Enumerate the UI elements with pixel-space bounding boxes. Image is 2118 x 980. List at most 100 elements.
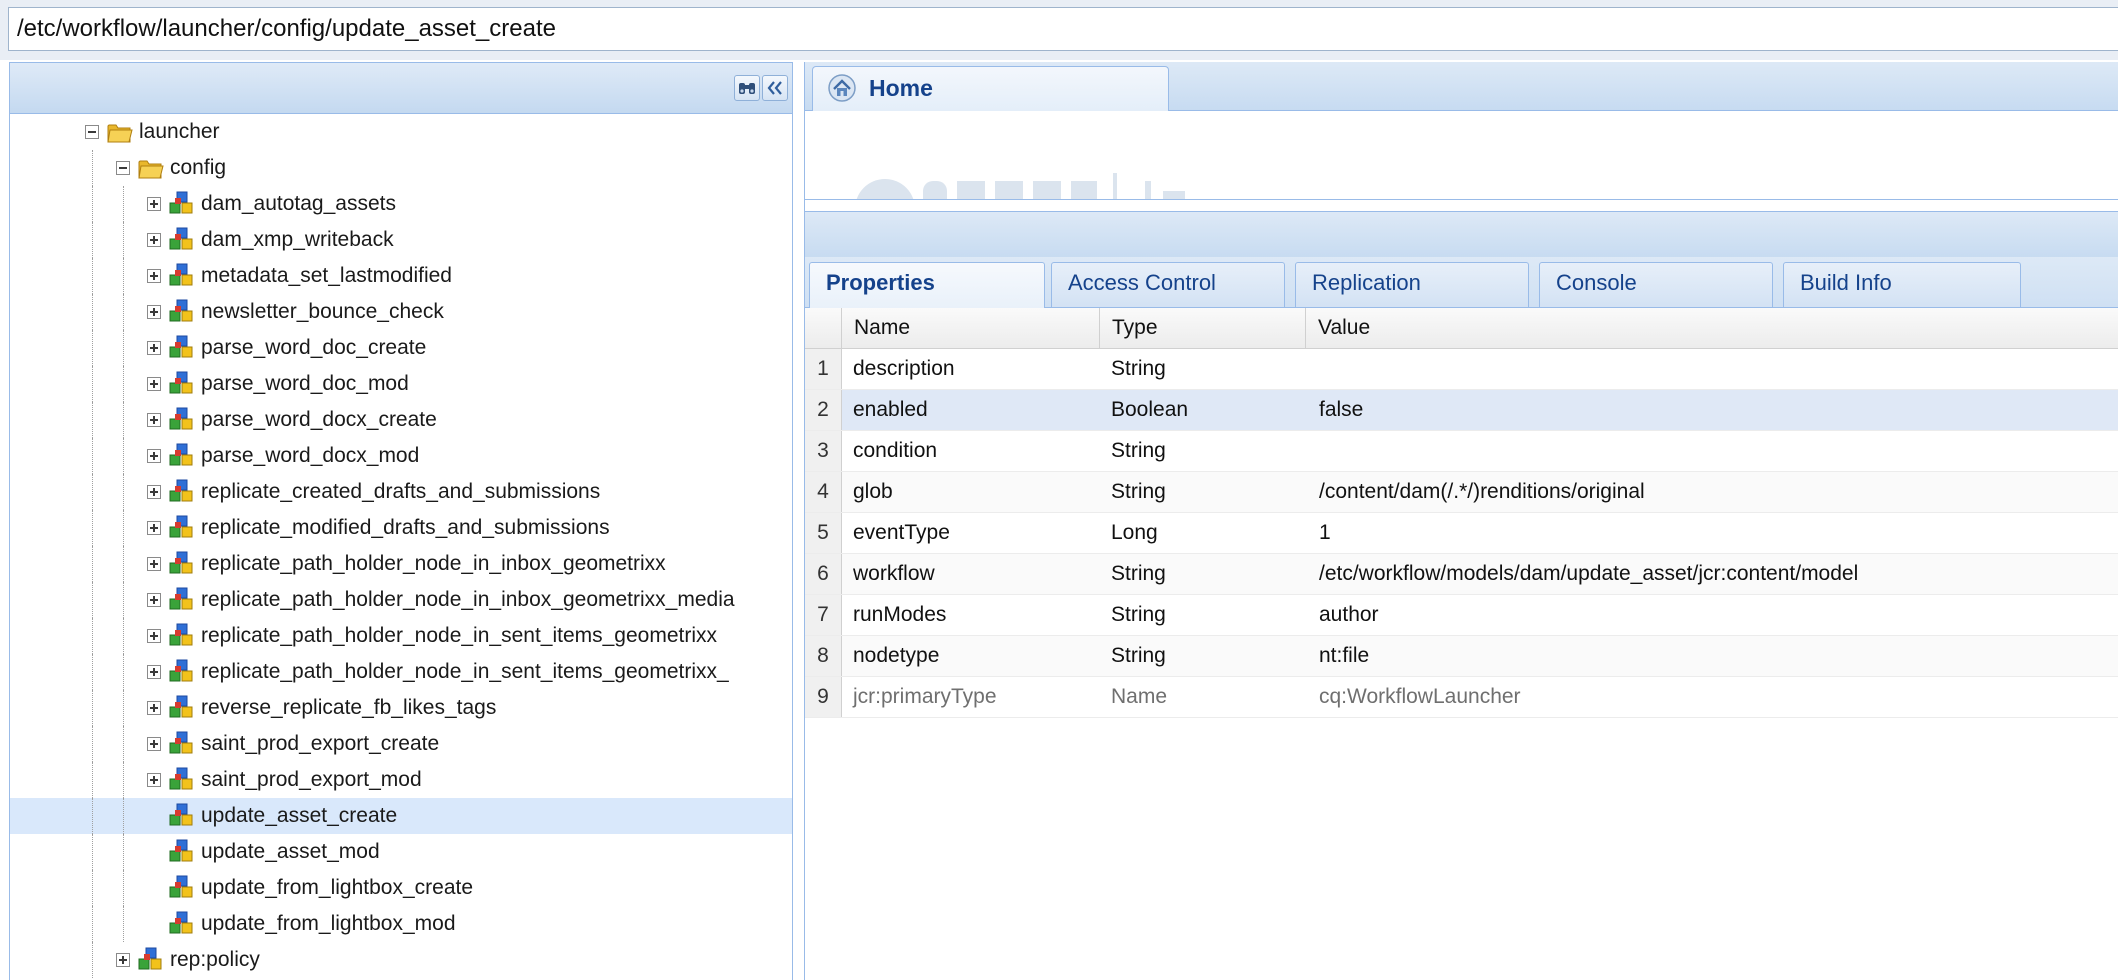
node-icon bbox=[167, 694, 195, 722]
expand-toggle-icon[interactable] bbox=[147, 377, 161, 391]
node-icon bbox=[167, 370, 195, 398]
property-value: /etc/workflow/models/dam/update_asset/jc… bbox=[1319, 562, 1859, 585]
row-number: 1 bbox=[805, 349, 842, 389]
tree-connector-line bbox=[123, 870, 124, 906]
property-name: eventType bbox=[853, 521, 950, 544]
expand-toggle-icon[interactable] bbox=[147, 233, 161, 247]
tree-connector-line bbox=[123, 618, 124, 654]
tree-node-parse-word-doc-create[interactable]: parse_word_doc_create bbox=[10, 330, 792, 366]
expand-toggle-icon[interactable] bbox=[147, 773, 161, 787]
column-header-value[interactable]: Value bbox=[1305, 308, 2118, 348]
tree-connector-line bbox=[92, 330, 93, 366]
tree-node-dam-autotag-assets[interactable]: dam_autotag_assets bbox=[10, 186, 792, 222]
tab-access-control[interactable]: Access Control bbox=[1051, 262, 1285, 307]
tree-node-replicate-path-holder-node-in-sent-items-geometrixx-[interactable]: replicate_path_holder_node_in_sent_items… bbox=[10, 654, 792, 690]
expand-toggle-icon[interactable] bbox=[147, 305, 161, 319]
tree-connector-line bbox=[123, 690, 124, 726]
tree-node-label: parse_word_doc_create bbox=[201, 336, 427, 359]
expand-toggle-icon[interactable] bbox=[147, 197, 161, 211]
property-row[interactable]: 5 eventType Long 1 bbox=[805, 513, 2118, 554]
tree-node-label: replicate_path_holder_node_in_sent_items… bbox=[201, 660, 729, 683]
node-icon bbox=[167, 766, 195, 794]
tree-node-reverse-replicate-fb-likes-tags[interactable]: reverse_replicate_fb_likes_tags bbox=[10, 690, 792, 726]
property-row[interactable]: 9 jcr:primaryType Name cq:WorkflowLauncher bbox=[805, 677, 2118, 718]
expand-toggle-icon[interactable] bbox=[147, 269, 161, 283]
tree-node-newsletter-bounce-check[interactable]: newsletter_bounce_check bbox=[10, 294, 792, 330]
property-row[interactable]: 4 glob String/content/dam(/.*/)renditions/… bbox=[805, 472, 2118, 513]
expand-toggle-icon[interactable] bbox=[147, 629, 161, 643]
expand-toggle-icon[interactable] bbox=[147, 557, 161, 571]
tree-node-update-from-lightbox-create[interactable]: update_from_lightbox_create bbox=[10, 870, 792, 906]
node-icon bbox=[167, 478, 195, 506]
expand-toggle-icon[interactable] bbox=[147, 413, 161, 427]
property-name: nodetype bbox=[853, 644, 940, 667]
tree-node-metadata-set-lastmodified[interactable]: metadata_set_lastmodified bbox=[10, 258, 792, 294]
tab-replication[interactable]: Replication bbox=[1295, 262, 1529, 307]
expand-toggle-icon[interactable] bbox=[147, 449, 161, 463]
collapse-panel-button[interactable] bbox=[762, 75, 788, 101]
property-value: cq:WorkflowLauncher bbox=[1319, 685, 1521, 708]
find-button[interactable] bbox=[734, 75, 760, 101]
node-icon bbox=[167, 514, 195, 542]
tree-node-label: replicate_modified_drafts_and_submission… bbox=[201, 516, 610, 539]
node-icon bbox=[167, 910, 195, 938]
tree-node-parse-word-docx-mod[interactable]: parse_word_docx_mod bbox=[10, 438, 792, 474]
column-header-name[interactable]: Name bbox=[841, 308, 1099, 348]
property-row[interactable]: 7 runModes String author bbox=[805, 595, 2118, 636]
tree-node-parse-word-doc-mod[interactable]: parse_word_doc_mod bbox=[10, 366, 792, 402]
tree-node-update-asset-mod[interactable]: update_asset_mod bbox=[10, 834, 792, 870]
property-row[interactable]: 8 nodetype String nt:file bbox=[805, 636, 2118, 677]
property-row[interactable]: 6 workflow String/etc/workflow/models/dam/… bbox=[805, 554, 2118, 595]
tree-node-saint-prod-export-create[interactable]: saint_prod_export_create bbox=[10, 726, 792, 762]
node-icon bbox=[167, 658, 195, 686]
tree-node-rep-policy[interactable]: rep:policy bbox=[10, 942, 792, 978]
tree-node-replicate-path-holder-node-in-inbox-geometrixx-media[interactable]: replicate_path_holder_node_in_inbox_geom… bbox=[10, 582, 792, 618]
tree-node-update-asset-create[interactable]: update_asset_create bbox=[10, 798, 792, 834]
property-row[interactable]: 3 condition String bbox=[805, 431, 2118, 472]
main-panel: Home Properties Access Control Replication… bbox=[804, 62, 2118, 980]
tree-node-parse-word-docx-create[interactable]: parse_word_docx_create bbox=[10, 402, 792, 438]
tab-properties[interactable]: Properties bbox=[809, 262, 1045, 308]
expand-toggle-icon[interactable] bbox=[116, 953, 130, 967]
tree-node-label: dam_autotag_assets bbox=[201, 192, 396, 215]
tab-build-info[interactable]: Build Info bbox=[1783, 262, 2021, 307]
tab-console[interactable]: Console bbox=[1539, 262, 1773, 307]
tab-home[interactable]: Home bbox=[812, 66, 1169, 111]
tree-node-saint-prod-export-mod[interactable]: saint_prod_export_mod bbox=[10, 762, 792, 798]
properties-grid: Name Type Value 1 description String 2 enabl… bbox=[805, 308, 2118, 718]
node-icon bbox=[136, 946, 164, 974]
tree-connector-line bbox=[123, 402, 124, 438]
tree-connector-line bbox=[123, 582, 124, 618]
tree-node-dam-xmp-writeback[interactable]: dam_xmp_writeback bbox=[10, 222, 792, 258]
tree-node-replicate-modified-drafts-and-submissions[interactable]: replicate_modified_drafts_and_submission… bbox=[10, 510, 792, 546]
path-input[interactable] bbox=[8, 7, 2118, 51]
tree-node-launcher[interactable]: launcher bbox=[10, 114, 792, 150]
tree-node-replicate-path-holder-node-in-sent-items-geometrixx[interactable]: replicate_path_holder_node_in_sent_items… bbox=[10, 618, 792, 654]
expand-toggle-icon[interactable] bbox=[147, 341, 161, 355]
collapse-toggle-icon[interactable] bbox=[85, 125, 99, 139]
expand-toggle-icon[interactable] bbox=[147, 521, 161, 535]
tree-connector-line bbox=[123, 258, 124, 294]
node-icon bbox=[167, 874, 195, 902]
tree-node-label: parse_word_docx_mod bbox=[201, 444, 420, 467]
property-row[interactable]: 1 description String bbox=[805, 349, 2118, 390]
collapse-toggle-icon[interactable] bbox=[116, 161, 130, 175]
expand-toggle-icon[interactable] bbox=[147, 665, 161, 679]
property-row[interactable]: 2 enabled Boolean false bbox=[805, 390, 2118, 431]
row-number: 3 bbox=[805, 431, 842, 471]
tree-node-update-from-lightbox-mod[interactable]: update_from_lightbox_mod bbox=[10, 906, 792, 942]
tree-connector-line bbox=[123, 330, 124, 366]
expand-toggle-icon[interactable] bbox=[147, 485, 161, 499]
expand-toggle-icon[interactable] bbox=[147, 593, 161, 607]
column-header-type[interactable]: Type bbox=[1099, 308, 1305, 348]
node-icon bbox=[167, 442, 195, 470]
tree-node-replicate-created-drafts-and-submissions[interactable]: replicate_created_drafts_and_submissions bbox=[10, 474, 792, 510]
tree-node-replicate-path-holder-node-in-inbox-geometrixx[interactable]: replicate_path_holder_node_in_inbox_geom… bbox=[10, 546, 792, 582]
tree-connector-line bbox=[92, 582, 93, 618]
tree-node-config[interactable]: config bbox=[10, 150, 792, 186]
property-type: String bbox=[1111, 439, 1166, 462]
tree-connector-line bbox=[92, 906, 93, 942]
tree-node-label: replicate_path_holder_node_in_inbox_geom… bbox=[201, 588, 735, 611]
expand-toggle-icon[interactable] bbox=[147, 701, 161, 715]
expand-toggle-icon[interactable] bbox=[147, 737, 161, 751]
